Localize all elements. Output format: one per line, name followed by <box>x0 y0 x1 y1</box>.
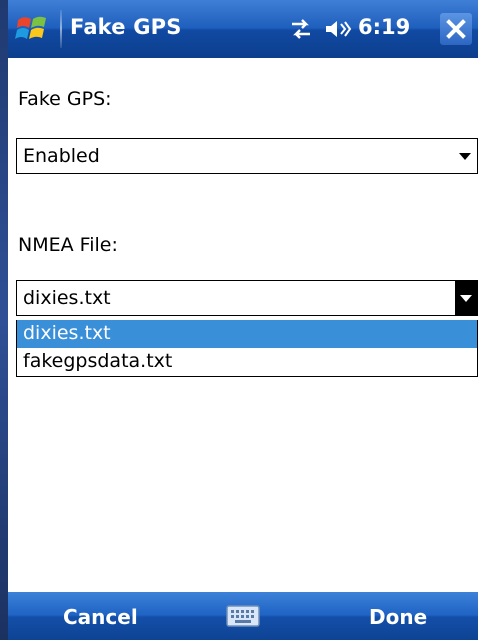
device-frame: Fake GPS 6:19 Fake GPS: Enabled NMEA Fil… <box>0 0 478 640</box>
close-button[interactable] <box>440 13 472 45</box>
title-separator <box>60 10 62 48</box>
nmea-file-options-list: dixies.txt fakegpsdata.txt <box>16 320 478 377</box>
keyboard-icon[interactable] <box>226 605 260 627</box>
speaker-icon[interactable] <box>322 16 352 42</box>
sync-icon[interactable] <box>286 16 316 42</box>
fake-gps-value: Enabled <box>23 145 100 167</box>
close-icon <box>446 19 466 39</box>
dropdown-toggle[interactable] <box>455 281 477 315</box>
done-button[interactable]: Done <box>369 605 427 629</box>
cancel-button[interactable]: Cancel <box>63 605 138 629</box>
fake-gps-dropdown[interactable]: Enabled <box>16 138 478 174</box>
clock[interactable]: 6:19 <box>358 15 410 39</box>
content-area: Fake GPS: Enabled NMEA File: dixies.txt … <box>8 58 478 592</box>
nmea-file-dropdown[interactable]: dixies.txt <box>16 280 478 316</box>
chevron-down-icon <box>460 295 472 302</box>
list-item-dixies[interactable]: dixies.txt <box>17 320 477 348</box>
windows-start-icon[interactable] <box>14 12 54 46</box>
app-title: Fake GPS <box>70 15 182 39</box>
list-item-fakegpsdata[interactable]: fakegpsdata.txt <box>17 348 477 376</box>
fake-gps-label: Fake GPS: <box>18 88 112 110</box>
title-bar: Fake GPS 6:19 <box>8 0 478 58</box>
chevron-down-icon <box>459 153 471 160</box>
menu-bar: Cancel Done <box>8 592 478 640</box>
frame-left-edge <box>0 0 8 640</box>
nmea-file-label: NMEA File: <box>18 234 118 256</box>
nmea-file-value: dixies.txt <box>23 287 111 309</box>
